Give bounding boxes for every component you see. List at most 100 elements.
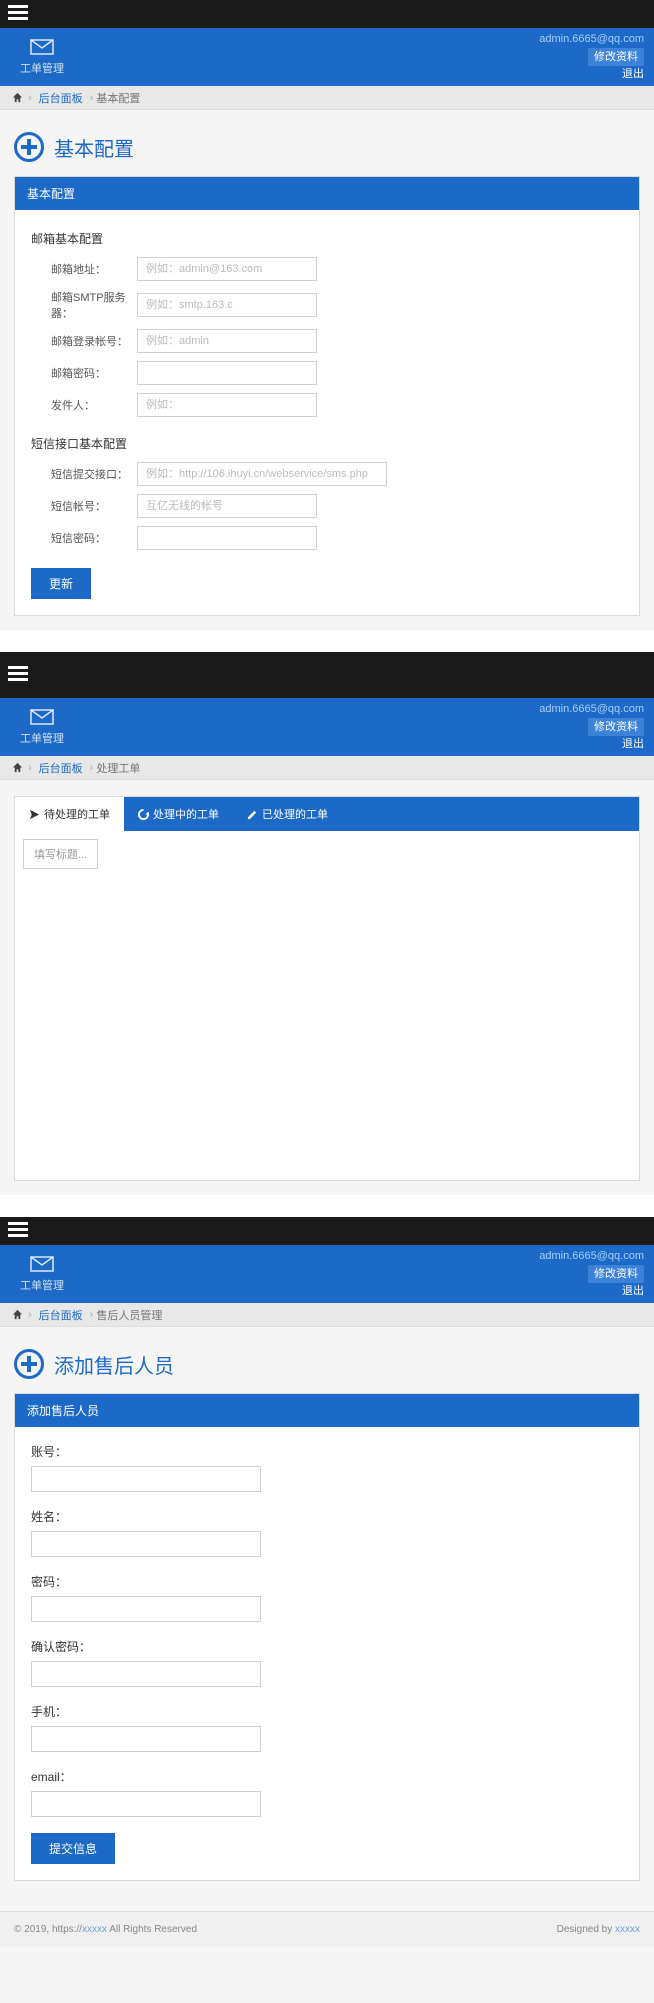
header: 工单管理 admin.6665@qq.com 修改资料 退出 [0, 698, 654, 756]
sms-pwd-label: 短信密码： [51, 530, 137, 546]
tab-label: 处理中的工单 [153, 806, 219, 822]
tab-pending[interactable]: 待处理的工单 [15, 797, 124, 831]
sms-section: 短信提交接口： 短信帐号： 短信密码： [31, 462, 623, 550]
breadcrumb: › 后台面板 › 处理工单 [0, 756, 654, 780]
config-panel: 基本配置 邮箱基本配置 邮箱地址： 邮箱SMTP服务器： 邮箱登录帐号： 邮箱密… [14, 176, 640, 616]
mail-login-input[interactable] [137, 329, 317, 353]
acct-input[interactable] [31, 1466, 261, 1492]
topbar [0, 1217, 654, 1245]
header: 工单管理 admin.6665@qq.com 修改资料 退出 [0, 1245, 654, 1303]
bc-dash[interactable]: 后台面板 [39, 90, 83, 106]
sep: › [90, 92, 94, 104]
mail-sender-label: 发件人： [51, 397, 137, 413]
tab-done[interactable]: 已处理的工单 [233, 797, 342, 831]
panel-body: 邮箱基本配置 邮箱地址： 邮箱SMTP服务器： 邮箱登录帐号： 邮箱密码： 发件… [15, 210, 639, 615]
home-icon [12, 92, 23, 103]
sep: › [28, 1309, 32, 1321]
panel-body: 账号： 姓名： 密码： 确认密码： 手机： email： 提交信息 [15, 1427, 639, 1880]
cpwd-label: 确认密码： [31, 1638, 623, 1655]
header-user: admin.6665@qq.com 修改资料 退出 [539, 31, 644, 83]
update-button[interactable]: 更新 [31, 568, 91, 599]
hamburger-icon[interactable] [8, 1222, 28, 1241]
mail-pwd-input[interactable] [137, 361, 317, 385]
page-heading: 基本配置 [0, 110, 654, 176]
tabs: 待处理的工单 处理中的工单 已处理的工单 [14, 796, 640, 831]
user-email[interactable]: admin.6665@qq.com [539, 1248, 644, 1265]
panel-head: 基本配置 [15, 177, 639, 210]
header-brand: 工单管理 [10, 39, 64, 76]
refresh-icon [138, 809, 149, 820]
footer-designed: Designed by xxxxx [557, 1924, 640, 1935]
send-icon [29, 809, 40, 820]
tab-processing[interactable]: 处理中的工单 [124, 797, 233, 831]
acct-label: 账号： [31, 1443, 623, 1460]
sep: › [28, 762, 32, 774]
mail-addr-input[interactable] [137, 257, 317, 281]
footer-designer-link[interactable]: xxxxx [615, 1924, 640, 1935]
edit-icon [247, 809, 258, 820]
phone-input[interactable] [31, 1726, 261, 1752]
tab-content: 填写标题... [14, 831, 640, 1181]
mail-section-title: 邮箱基本配置 [31, 230, 623, 247]
hamburger-icon[interactable] [8, 5, 28, 24]
sms-pwd-input[interactable] [137, 526, 317, 550]
sms-acct-input[interactable] [137, 494, 317, 518]
footer-site-link[interactable]: xxxxx [82, 1924, 107, 1935]
mail-icon [30, 1256, 54, 1275]
mail-addr-label: 邮箱地址： [51, 261, 137, 277]
bc-current: 处理工单 [96, 760, 140, 776]
mail-icon [30, 39, 54, 58]
logout-link[interactable]: 退出 [539, 1283, 644, 1300]
sms-acct-label: 短信帐号： [51, 498, 137, 514]
footer-copyright: © 2019, https://xxxxx All Rights Reserve… [14, 1924, 197, 1935]
header: 工单管理 admin.6665@qq.com 修改资料 退出 [0, 28, 654, 86]
mail-login-label: 邮箱登录帐号： [51, 333, 137, 349]
name-input[interactable] [31, 1531, 261, 1557]
sms-api-input[interactable] [137, 462, 387, 486]
mail-sender-input[interactable] [137, 393, 317, 417]
breadcrumb: › 后台面板 › 售后人员管理 [0, 1303, 654, 1327]
page-title: 添加售后人员 [54, 1350, 174, 1379]
tab-label: 待处理的工单 [44, 806, 110, 822]
header-brand: 工单管理 [10, 1256, 64, 1293]
mail-pwd-label: 邮箱密码： [51, 365, 137, 381]
home-icon [12, 1309, 23, 1320]
profile-link[interactable]: 修改资料 [588, 718, 644, 737]
logout-link[interactable]: 退出 [539, 736, 644, 753]
pwd-input[interactable] [31, 1596, 261, 1622]
breadcrumb: › 后台面板 › 基本配置 [0, 86, 654, 110]
hamburger-icon[interactable] [8, 666, 28, 685]
email-label: email： [31, 1768, 623, 1785]
footer: © 2019, https://xxxxx All Rights Reserve… [0, 1911, 654, 1947]
topbar [0, 652, 654, 698]
bc-current: 售后人员管理 [96, 1307, 162, 1323]
profile-link[interactable]: 修改资料 [588, 48, 644, 67]
logout-link[interactable]: 退出 [539, 66, 644, 83]
email-input[interactable] [31, 1791, 261, 1817]
header-user: admin.6665@qq.com 修改资料 退出 [539, 1248, 644, 1300]
submit-button[interactable]: 提交信息 [31, 1833, 115, 1864]
tab-label: 已处理的工单 [262, 806, 328, 822]
cpwd-input[interactable] [31, 1661, 261, 1687]
header-user: admin.6665@qq.com 修改资料 退出 [539, 701, 644, 753]
profile-link[interactable]: 修改资料 [588, 1265, 644, 1284]
sms-api-label: 短信提交接口： [51, 466, 137, 482]
sep: › [90, 762, 94, 774]
name-label: 姓名： [31, 1508, 623, 1525]
phone-label: 手机： [31, 1703, 623, 1720]
mail-smtp-label: 邮箱SMTP服务器： [51, 289, 137, 321]
pwd-label: 密码： [31, 1573, 623, 1590]
brand-text: 工单管理 [20, 730, 64, 746]
user-email[interactable]: admin.6665@qq.com [539, 31, 644, 48]
brand-text: 工单管理 [20, 1277, 64, 1293]
bc-dash[interactable]: 后台面板 [39, 1307, 83, 1323]
bc-dash[interactable]: 后台面板 [39, 760, 83, 776]
page-heading: 添加售后人员 [0, 1327, 654, 1393]
mail-smtp-input[interactable] [137, 293, 317, 317]
page-title: 基本配置 [54, 133, 134, 162]
home-icon [12, 762, 23, 773]
user-email[interactable]: admin.6665@qq.com [539, 701, 644, 718]
mail-icon [30, 709, 54, 728]
sms-section-title: 短信接口基本配置 [31, 435, 623, 452]
title-filter[interactable]: 填写标题... [23, 839, 98, 869]
